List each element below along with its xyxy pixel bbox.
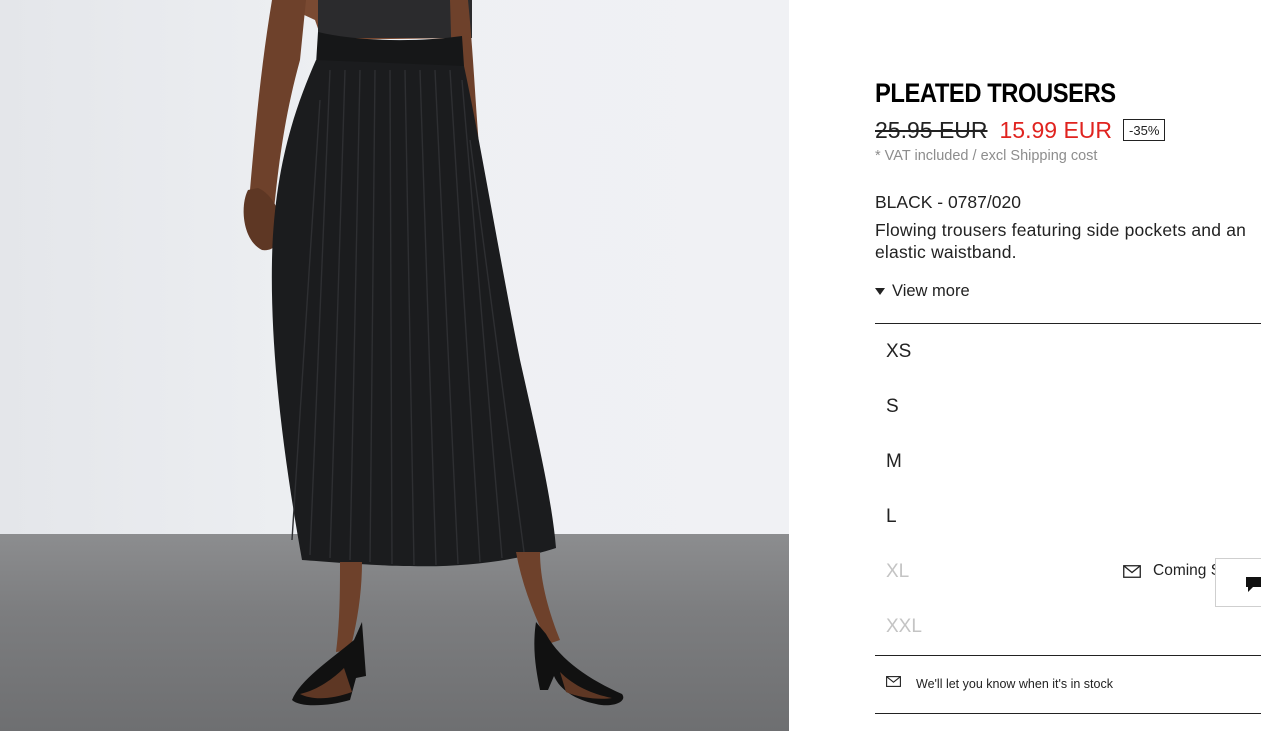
product-image[interactable]: [0, 0, 789, 731]
chat-button[interactable]: [1215, 558, 1261, 607]
product-info-panel: PLEATED TROUSERS 25.95 EUR 15.99 EUR -35…: [875, 0, 1261, 731]
old-price: 25.95 EUR: [875, 116, 988, 143]
discount-badge: -35%: [1123, 119, 1166, 141]
view-more-toggle[interactable]: View more: [875, 282, 970, 301]
size-option-l[interactable]: L: [875, 489, 1261, 544]
size-option-xl[interactable]: XL Coming S: [875, 544, 1261, 599]
chat-bubble-icon: [1246, 577, 1261, 592]
size-label: L: [886, 505, 897, 527]
size-option-xs[interactable]: XS: [875, 324, 1261, 379]
size-label: XXL: [886, 615, 922, 637]
sale-price: 15.99 EUR: [999, 116, 1113, 143]
size-option-m[interactable]: M: [875, 434, 1261, 489]
size-list: XS S M L XL Coming S XXL: [875, 323, 1261, 656]
stock-notify-row[interactable]: We'll let you know when it's in stock: [875, 655, 1261, 714]
color-reference: BLACK - 0787/020: [875, 192, 1021, 212]
envelope-icon: [1123, 564, 1141, 578]
vat-note: * VAT included / excl Shipping cost: [875, 148, 1098, 164]
size-label: XL: [886, 560, 910, 582]
price-row: 25.95 EUR 15.99 EUR -35%: [875, 116, 1166, 144]
size-label: XS: [886, 340, 912, 362]
envelope-icon: [886, 676, 901, 687]
product-title: PLEATED TROUSERS: [875, 78, 1116, 108]
size-option-xxl[interactable]: XXL: [875, 599, 1261, 654]
caret-down-icon: [875, 288, 885, 295]
model-illustration: [243, 0, 624, 706]
coming-soon-notice[interactable]: Coming S: [1123, 562, 1221, 580]
product-description: Flowing trousers featuring side pockets …: [875, 220, 1247, 262]
size-label: S: [886, 395, 899, 417]
size-label: M: [886, 450, 902, 472]
coming-soon-label: Coming S: [1153, 562, 1222, 579]
size-option-s[interactable]: S: [875, 379, 1261, 434]
stock-notify-text: We'll let you know when it's in stock: [916, 677, 1113, 691]
view-more-label: View more: [892, 282, 970, 300]
